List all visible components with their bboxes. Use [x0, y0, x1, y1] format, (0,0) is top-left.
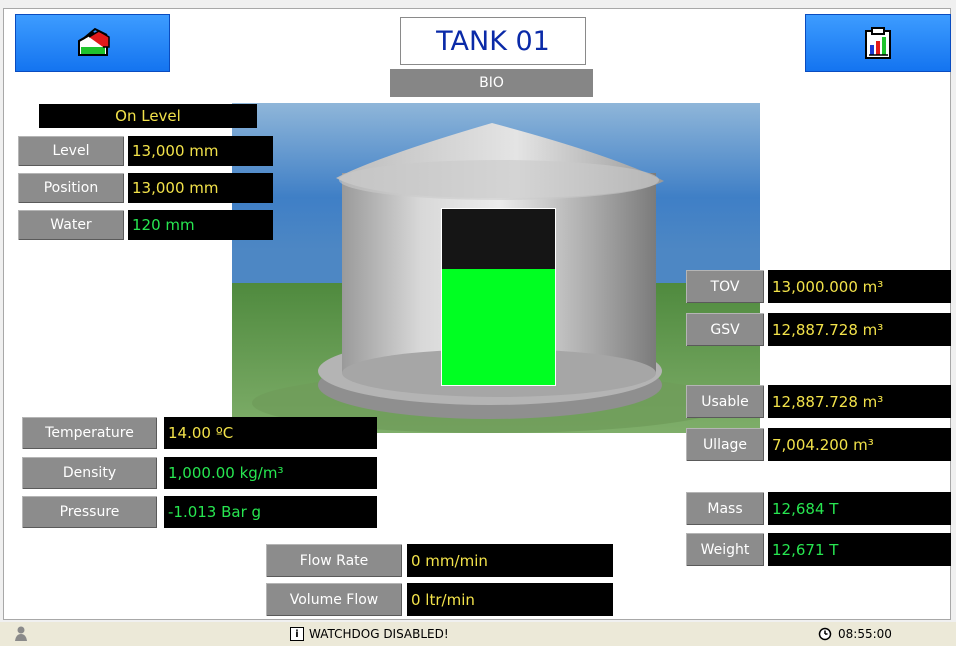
product-name: BIO: [390, 69, 593, 97]
density-label: Density: [22, 457, 157, 489]
tank-level-fill: [442, 268, 555, 385]
temperature-value: 14.00 ºC: [164, 417, 377, 449]
position-value: 13,000 mm: [128, 173, 273, 203]
volume-flow-value: 0 ltr/min: [407, 583, 613, 616]
tov-value: 13,000.000 m³: [768, 270, 951, 303]
water-label: Water: [18, 210, 124, 240]
ullage-value: 7,004.200 m³: [768, 428, 951, 461]
position-label: Position: [18, 173, 124, 203]
watchdog-message: WATCHDOG DISABLED!: [309, 627, 449, 641]
status-bar: i WATCHDOG DISABLED! 08:55:00: [0, 622, 956, 646]
mass-label: Mass: [686, 492, 764, 525]
status-time: 08:55:00: [838, 627, 892, 641]
flow-rate-value: 0 mm/min: [407, 544, 613, 577]
temperature-label: Temperature: [22, 417, 157, 449]
tov-label: TOV: [686, 270, 764, 303]
density-value: 1,000.00 kg/m³: [164, 457, 377, 489]
gsv-value: 12,887.728 m³: [768, 313, 951, 346]
usable-label: Usable: [686, 385, 764, 418]
water-value: 120 mm: [128, 210, 273, 240]
gsv-label: GSV: [686, 313, 764, 346]
volume-flow-label: Volume Flow: [266, 583, 402, 616]
level-value: 13,000 mm: [128, 136, 273, 166]
mass-value: 12,684 T: [768, 492, 951, 525]
tank-title: TANK 01: [400, 17, 586, 65]
tank-level-gauge: [441, 208, 556, 386]
pressure-value: -1.013 Bar g: [164, 496, 377, 528]
report-button[interactable]: [805, 14, 951, 72]
ullage-label: Ullage: [686, 428, 764, 461]
info-icon: i: [290, 627, 304, 641]
tank-overview-button[interactable]: [15, 14, 170, 72]
usable-value: 12,887.728 m³: [768, 385, 951, 418]
weight-value: 12,671 T: [768, 533, 951, 566]
level-status: On Level: [39, 104, 257, 128]
weight-label: Weight: [686, 533, 764, 566]
user-icon[interactable]: [14, 626, 28, 642]
tank-levels-icon: [77, 27, 110, 56]
level-label: Level: [18, 136, 124, 166]
report-clipboard-icon: [865, 27, 891, 59]
flow-rate-label: Flow Rate: [266, 544, 402, 577]
pressure-label: Pressure: [22, 496, 157, 528]
clock-icon: [818, 627, 832, 641]
